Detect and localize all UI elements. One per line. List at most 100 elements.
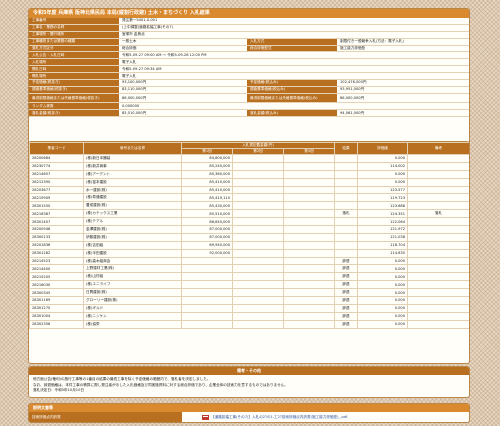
cell-note: [407, 303, 469, 313]
cell-r3: [283, 225, 335, 234]
cell-r3: [283, 185, 335, 195]
cell-r3: [283, 319, 335, 329]
cell-score: 0.000: [357, 272, 408, 282]
info-label: 調査基準価格(税込み): [247, 86, 337, 93]
cell-result: [334, 177, 358, 187]
cell-r3: [283, 303, 335, 313]
cell-r2: [232, 272, 284, 282]
documents-title: 説明文書等: [29, 404, 469, 412]
cell-code: 28201836: [29, 240, 84, 250]
cell-r2: [232, 319, 284, 329]
cell-r3: [283, 296, 335, 305]
cell-code: 28301282: [29, 248, 84, 258]
cell-note: [407, 296, 469, 305]
table-row: 28200684 (株)新日本舗装 84,600,000 0.000: [29, 154, 469, 163]
table-row: 28302356 (株)協栄 辞退 0.000: [29, 319, 469, 329]
remarks-text: 他方面公告(権利)の施行工事等の1番目の結果の最低工事を除く予定価格の範囲内で、…: [29, 375, 469, 396]
cell-name: (株)新日本舗装: [83, 154, 182, 163]
info-label: 最低制限価格または失格基準価格(税込み): [247, 93, 337, 103]
table-row: 28301282 (株)半田建設 92,000,000 114.835: [29, 248, 469, 258]
cell-code: 28214657: [29, 169, 84, 179]
cell-code: 28215909: [29, 193, 84, 203]
cell-result: 辞退: [334, 319, 358, 329]
cell-note: 落札: [407, 209, 469, 219]
cell-score: 0.000: [357, 169, 408, 179]
cell-name: 水一建設(株): [83, 185, 182, 195]
info-value: 発注第一5401-0-001: [122, 18, 158, 23]
cell-r2: [232, 256, 284, 266]
info-label: 落札方式区分: [29, 45, 119, 52]
cell-r1: [181, 319, 233, 329]
table-row: 28300133 伊藤建設(株) 87,000,000 121.038: [29, 232, 469, 242]
cell-code: 28300345: [29, 288, 84, 298]
cell-r2: [232, 264, 284, 274]
cell-result: [334, 225, 358, 234]
cell-note: [407, 177, 469, 187]
info-label: 最低制限価格または失格基準価格(税抜き): [29, 93, 119, 103]
cell-score: 0.000: [357, 319, 408, 329]
info-value: 令和5-09-27 09:00 AM ～ 令和5-09-28 12:00 PM: [122, 52, 207, 57]
cell-score: 123.577: [357, 185, 408, 195]
cell-r1: 86,640,000: [181, 217, 233, 227]
cell-result: 辞退: [334, 272, 358, 282]
cell-result: 辞退: [334, 288, 358, 298]
cell-r2: [232, 232, 284, 242]
cell-score: 0.000: [357, 311, 408, 321]
cell-note: [407, 240, 469, 250]
cell-code: 28216030: [29, 280, 84, 290]
cell-r3: [283, 248, 335, 258]
cell-name: 日興建設(株): [83, 288, 182, 298]
cell-r2: [232, 248, 284, 258]
cell-r2: [232, 225, 284, 234]
document-link[interactable]: 【道路拡幅工事(その7)】入札の2?の1.工2?技術評価点内訳書(施工能力評価型…: [211, 415, 347, 420]
cell-result: [334, 169, 358, 179]
cell-code: 28300133: [29, 232, 84, 242]
cell-note: [407, 319, 469, 329]
info-row: 工事場所・履行場所 宝塚市 金鳥北: [29, 31, 469, 39]
cell-r2: [232, 154, 284, 163]
cell-r3: [283, 256, 335, 266]
info-label: 予定価格(税込み): [247, 80, 337, 86]
info-value: 総合評価: [122, 46, 137, 50]
info-value: 電子入札: [122, 59, 137, 64]
cell-name: 金澤建設(株): [83, 225, 182, 234]
remarks-line: 落札決定日：令和5年10月10日: [33, 388, 84, 393]
cell-r3: [283, 280, 335, 290]
cell-name: (株)富本建設: [83, 177, 182, 187]
documents-label: 技術評価点内訳書: [29, 412, 182, 422]
cell-result: [334, 154, 358, 163]
page-title: 令和5年度 兵庫県 阪神北県民局 本局(縦割行政避) 土木・まちづくり 入札結果: [29, 9, 469, 18]
cell-result: 辞退: [334, 256, 358, 266]
col-score: 評価値: [357, 142, 408, 155]
cell-score: 0.000: [357, 303, 408, 313]
cell-code: 28214400: [29, 264, 84, 274]
cell-note: [407, 225, 469, 234]
cell-result: [334, 201, 358, 211]
cell-name: (株)山村組: [83, 272, 182, 282]
cell-name: 豊成建設(株): [83, 201, 182, 211]
cell-score: 0.000: [357, 280, 408, 290]
cell-name: グローリー建設(株): [83, 296, 182, 305]
info-value: 102,476,000円: [340, 80, 367, 85]
table-row: 28215205 (株)山村組 辞退 0.000: [29, 272, 469, 282]
cell-code: 28216387: [29, 209, 84, 219]
cell-note: [407, 154, 469, 163]
cell-name: (株)ユニライフ: [83, 280, 182, 290]
info-row: 工事名・業務の名称 (上中調整)道路拡幅工事(その7): [29, 24, 469, 32]
info-value: 一般土木: [122, 39, 137, 44]
cell-r2: [232, 240, 284, 250]
table-row: 28215909 (株)寿通建設 85,419,110 119.723: [29, 193, 469, 203]
cell-r1: [181, 303, 233, 313]
cell-r3: [283, 311, 335, 321]
table-row: 28200948 金澤建設(株) 87,000,000 121.972: [29, 225, 469, 234]
cell-note: [407, 161, 469, 171]
info-label: 開札日時: [29, 66, 119, 73]
cell-name: (株)アーデント: [83, 169, 182, 179]
info-row: 工事種別または業務の種類 一般土木 入札方式 制限付き一般競争入札(方法：電子入札): [29, 38, 469, 46]
col-name: 商号または名称: [83, 142, 182, 155]
info-value: 86,000,000円: [340, 95, 365, 100]
info-label: 工事場所・履行場所: [29, 31, 119, 38]
table-row: 28216030 (株)ユニライフ 辞退 0.000: [29, 280, 469, 290]
table-row: 28301270 (株)ギルド 辞退 0.000: [29, 303, 469, 313]
info-label: 工事番号: [29, 18, 119, 24]
